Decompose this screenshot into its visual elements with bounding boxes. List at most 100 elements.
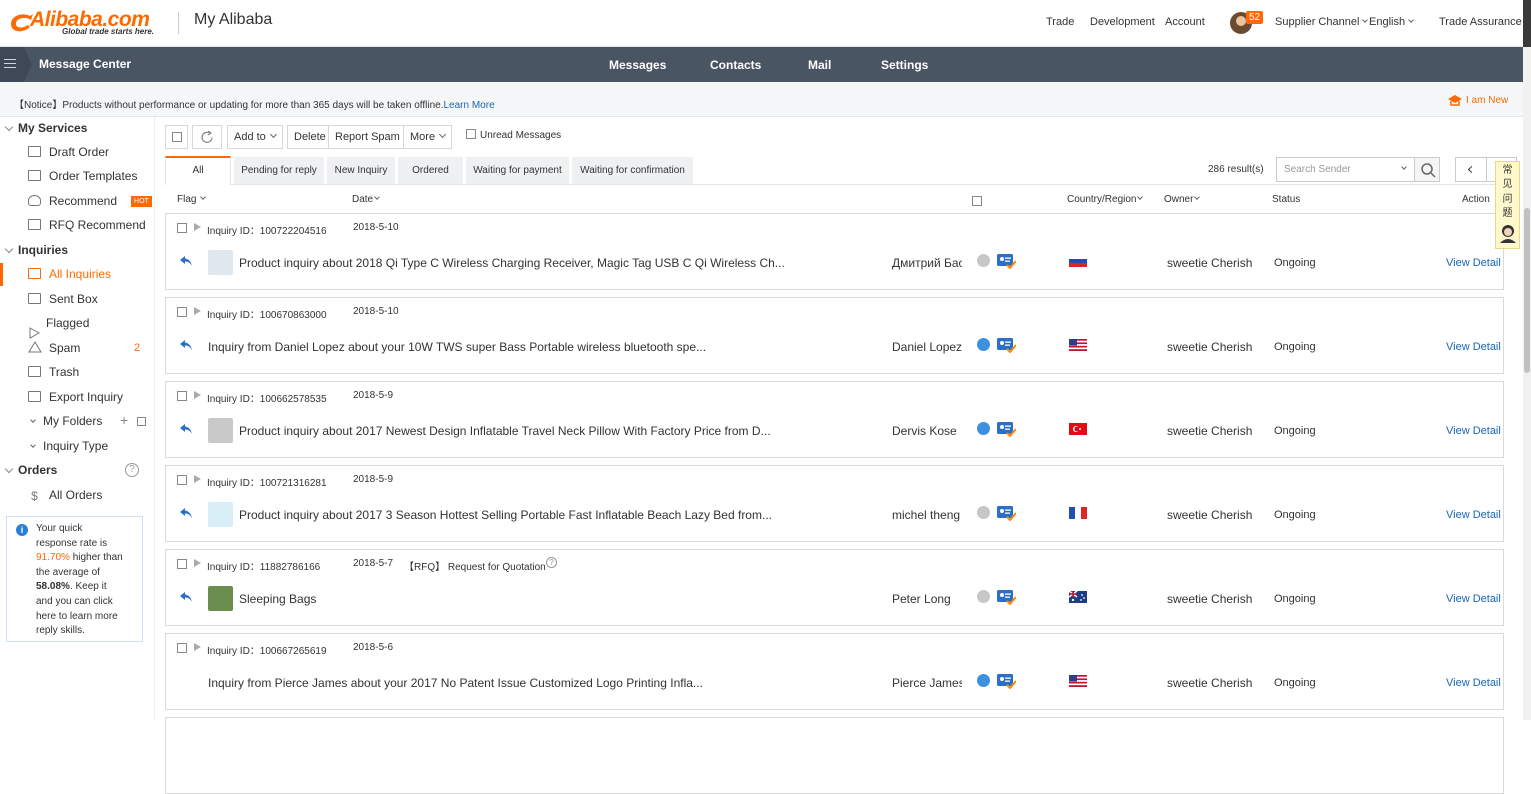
table-row[interactable]: Inquiry ID：100670863000 2018-5-10 Inquiry … (165, 297, 1504, 374)
sidebar-item-all-inquiries[interactable]: All Inquiries (28, 263, 155, 285)
table-row[interactable]: Inquiry ID：100662578535 2018-5-9 Product i… (165, 381, 1504, 458)
table-row[interactable] (165, 717, 1504, 794)
nav-supplier-channel[interactable]: Supplier Channel (1275, 16, 1369, 28)
delete-button[interactable]: Delete (287, 125, 333, 149)
sidebar-item-sent-box[interactable]: Sent Box (28, 288, 155, 310)
row-checkbox[interactable] (177, 307, 187, 317)
inquiry-subject[interactable]: Inquiry from Pierce James about your 201… (208, 676, 703, 690)
table-row[interactable]: Inquiry ID：100722204516 2018-5-10 Product … (165, 213, 1504, 290)
checkbox[interactable] (972, 196, 982, 206)
unread-filter[interactable]: Unread Messages (466, 129, 561, 141)
tab-all[interactable]: All (165, 156, 231, 185)
row-checkbox[interactable] (177, 643, 187, 653)
menu-icon[interactable] (0, 47, 24, 82)
scrollbar-thumb[interactable] (1524, 208, 1530, 373)
add-to-dropdown[interactable]: Add to (227, 125, 283, 149)
contact-card-icon[interactable] (997, 505, 1016, 521)
contact-card-icon[interactable] (997, 253, 1016, 269)
inquiry-subject[interactable]: Inquiry from Daniel Lopez about your 10W… (208, 340, 706, 354)
view-detail-link[interactable]: View Detail (1446, 425, 1501, 437)
prev-page-button[interactable] (1456, 158, 1487, 181)
product-thumbnail[interactable] (208, 250, 233, 275)
flag-icon[interactable] (194, 223, 201, 231)
page-title[interactable]: My Alibaba (194, 11, 272, 29)
sidebar-item-export-inquiry[interactable]: Export Inquiry (28, 386, 155, 408)
unread-checkbox[interactable] (466, 129, 476, 139)
nav-account[interactable]: Account (1165, 16, 1205, 28)
tab-mail[interactable]: Mail (808, 58, 831, 72)
language-selector[interactable]: English (1369, 16, 1414, 28)
nav-trade-assurance[interactable]: Trade Assurance (1439, 16, 1522, 28)
sidebar-item-rfq-recommend[interactable]: RFQ Recommend (28, 214, 155, 236)
inquiry-subject[interactable]: Product inquiry about 2017 Newest Design… (239, 424, 771, 438)
reply-icon[interactable] (180, 508, 192, 518)
inquiry-subject[interactable]: Product inquiry about 2017 3 Season Hott… (239, 508, 772, 522)
sidebar-item-all-orders[interactable]: $ All Orders (28, 484, 155, 506)
search-button[interactable] (1414, 157, 1440, 182)
i-am-new-link[interactable]: I am New (1466, 95, 1508, 106)
search-sender-input[interactable]: Search Sender (1276, 157, 1415, 182)
column-flag[interactable]: Flag (177, 194, 207, 205)
alibaba-logo[interactable]: Alibaba.com Global trade starts here. (8, 8, 168, 38)
sidebar-item-flagged[interactable]: Flagged (28, 312, 155, 339)
inquiry-subject[interactable]: Product inquiry about 2018 Qi Type C Wir… (239, 256, 785, 270)
select-all-checkbox[interactable] (172, 132, 182, 142)
nav-trade[interactable]: Trade (1046, 16, 1074, 28)
column-select-checkbox[interactable] (972, 196, 982, 208)
edit-folder-icon[interactable] (137, 417, 146, 426)
tab-settings[interactable]: Settings (881, 58, 928, 72)
flag-icon[interactable] (194, 391, 201, 399)
row-checkbox[interactable] (177, 475, 187, 485)
tab-pending-for-reply[interactable]: Pending for reply (234, 157, 324, 184)
column-owner[interactable]: Owner (1164, 194, 1201, 205)
row-checkbox[interactable] (177, 391, 187, 401)
refresh-button[interactable] (192, 125, 222, 149)
sidebar-item-trash[interactable]: Trash (28, 361, 155, 383)
add-folder-icon[interactable]: + (120, 413, 128, 427)
tab-ordered[interactable]: Ordered (398, 157, 463, 184)
notification-badge[interactable]: 52 (1246, 11, 1264, 24)
flag-icon[interactable] (194, 475, 201, 483)
learn-more-link[interactable]: Learn More (444, 100, 495, 111)
tab-waiting-for-confirmation[interactable]: Waiting for confirmation (572, 157, 693, 184)
flag-icon[interactable] (194, 559, 201, 567)
report-spam-button[interactable]: Report Spam (328, 125, 407, 149)
sidebar-item-order-templates[interactable]: Order Templates (28, 165, 155, 187)
message-center-title[interactable]: Message Center (39, 57, 131, 71)
column-country[interactable]: Country/Region (1067, 194, 1144, 205)
faq-float-panel[interactable]: 常 见 问 题 (1495, 161, 1520, 249)
flag-icon[interactable] (194, 643, 201, 651)
view-detail-link[interactable]: View Detail (1446, 509, 1501, 521)
help-icon[interactable]: ? (546, 557, 557, 568)
tab-contacts[interactable]: Contacts (710, 58, 761, 72)
reply-icon[interactable] (180, 256, 192, 266)
table-row[interactable]: Inquiry ID：100721316281 2018-5-9 Product i… (165, 465, 1504, 542)
tab-messages[interactable]: Messages (609, 58, 666, 72)
product-thumbnail[interactable] (208, 586, 233, 611)
tab-waiting-for-payment[interactable]: Waiting for payment (466, 157, 569, 184)
contact-card-icon[interactable] (997, 337, 1016, 353)
product-thumbnail[interactable] (208, 418, 233, 443)
help-icon[interactable]: ? (125, 463, 139, 477)
section-orders[interactable]: Orders (0, 463, 57, 477)
contact-card-icon[interactable] (997, 589, 1016, 605)
view-detail-link[interactable]: View Detail (1446, 593, 1501, 605)
more-dropdown[interactable]: More (403, 125, 453, 149)
select-all-toolbar[interactable] (165, 125, 188, 149)
row-checkbox[interactable] (177, 223, 187, 233)
view-detail-link[interactable]: View Detail (1446, 341, 1501, 353)
tab-new-inquiry[interactable]: New Inquiry (327, 157, 395, 184)
section-my-services[interactable]: My Services (0, 121, 87, 135)
contact-card-icon[interactable] (997, 421, 1016, 437)
table-row[interactable]: Inquiry ID：11882786166 2018-5-7 【RFQ】 Requ… (165, 549, 1504, 626)
row-checkbox[interactable] (177, 559, 187, 569)
contact-card-icon[interactable] (997, 673, 1016, 689)
reply-icon[interactable] (180, 424, 192, 434)
reply-icon[interactable] (180, 340, 192, 350)
reply-icon[interactable] (180, 592, 192, 602)
nav-development[interactable]: Development (1090, 16, 1155, 28)
sidebar-item-recommend[interactable]: Recommend HOT (28, 190, 155, 212)
flag-icon[interactable] (194, 307, 201, 315)
inquiry-subject[interactable]: Sleeping Bags (239, 592, 316, 606)
table-row[interactable]: Inquiry ID：100667265619 2018-5-6 Inquiry f… (165, 633, 1504, 710)
